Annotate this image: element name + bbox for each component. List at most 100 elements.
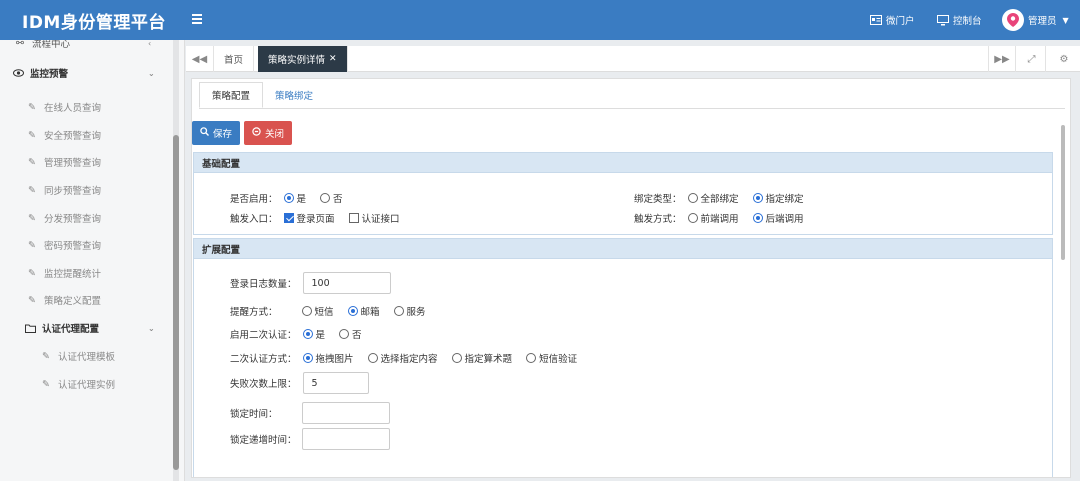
fullscreen-icon[interactable]: ⤢ xyxy=(1018,46,1046,72)
user-name: 管理员 xyxy=(1028,16,1057,27)
sidebar-group-monitor[interactable]: 监控预警 ⌄ xyxy=(12,63,182,83)
folder-icon xyxy=(24,324,36,333)
nav-portal-label: 微门户 xyxy=(886,16,915,27)
subtab-label: 策略配置 xyxy=(212,91,251,102)
field-label: 是否启用： xyxy=(230,194,278,205)
sidebar-item-label: 同步预警查询 xyxy=(44,186,102,197)
enabled-field: 是否启用： 是 否 xyxy=(230,191,351,205)
leaf-icon: ✎ xyxy=(28,239,36,251)
close-icon[interactable]: ✕ xyxy=(329,54,337,64)
sidebar-item-dispatch-alert[interactable]: ✎ 分发预警查询 xyxy=(26,208,184,228)
fail-limit-input[interactable]: 5 xyxy=(302,372,369,394)
trigger-pre-radio[interactable]: 前端调用 xyxy=(687,211,739,225)
subtab-policy-config[interactable]: 策略配置 xyxy=(199,82,264,108)
radio-checked xyxy=(283,193,294,203)
option-label: 选择指定内容 xyxy=(380,354,438,365)
subtab-policy-binding[interactable]: 策略绑定 xyxy=(263,82,325,108)
sidebar-item-monitor-stats[interactable]: ✎ 监控提醒统计 xyxy=(26,263,184,283)
option-label: 服务 xyxy=(406,307,426,318)
second-auth-no-radio[interactable]: 否 xyxy=(339,327,362,341)
option-label: 否 xyxy=(333,194,343,205)
content-panel: 策略配置 策略绑定 保存 关闭 基础配置 是否启用： 是 否 触发入口： 登录页… xyxy=(191,78,1071,478)
sidebar-item-sync-alert[interactable]: ✎ 同步预警查询 xyxy=(26,180,184,200)
method-drag-radio[interactable]: 拖拽图片 xyxy=(302,351,354,365)
subtab-label: 策略绑定 xyxy=(275,91,314,102)
sidebar-item-label: 认证代理实例 xyxy=(58,380,116,391)
user-menu[interactable]: 管理员 ▼ xyxy=(1002,0,1069,40)
sidebar-item-label: 监控提醒统计 xyxy=(44,269,102,280)
method-sms-radio[interactable]: 短信验证 xyxy=(526,351,577,365)
leaf-icon: ✎ xyxy=(28,129,36,141)
sidebar-item-label: 分发预警查询 xyxy=(44,214,102,225)
tab-policy-instance-detail[interactable]: 策略实例详情 ✕ xyxy=(258,46,348,72)
nav-portal[interactable]: 微门户 xyxy=(870,0,915,40)
lock-time-input[interactable] xyxy=(302,402,390,424)
trigger-post-radio[interactable]: 后端调用 xyxy=(752,211,804,225)
log-count-input[interactable]: 100 xyxy=(302,272,391,294)
search-icon xyxy=(200,127,209,139)
section-title: 扩展配置 xyxy=(194,239,1052,259)
second-auth-field: 启用二次认证： 是 否 xyxy=(230,327,370,341)
section-title: 基础配置 xyxy=(194,153,1052,173)
radio-checked xyxy=(302,353,313,363)
remind-service-radio[interactable]: 服务 xyxy=(393,304,426,318)
sidebar-group-auth-proxy[interactable]: 认证代理配置 ⌄ xyxy=(24,318,184,338)
lock-time-field: 锁定时间： xyxy=(230,402,390,424)
method-select-radio[interactable]: 选择指定内容 xyxy=(367,351,438,365)
checkbox-unchecked xyxy=(348,213,359,223)
method-math-radio[interactable]: 指定算术题 xyxy=(451,351,512,365)
bind-specified-radio[interactable]: 指定绑定 xyxy=(752,191,804,205)
subtab-divider xyxy=(199,108,1065,109)
sidebar-item-policy-definition[interactable]: ✎ 策略定义配置 xyxy=(26,290,184,310)
field-label: 二次认证方式： xyxy=(230,354,297,365)
save-button[interactable]: 保存 xyxy=(192,121,241,145)
field-label: 提醒方式： xyxy=(230,307,278,318)
top-bar: IDM身份管理平台 微门户 控制台 管理员 ▼ xyxy=(0,0,1080,40)
enabled-yes-radio[interactable]: 是 xyxy=(283,191,306,205)
tab-scroll-left-icon[interactable]: ◀◀ xyxy=(186,46,214,72)
radio-unchecked xyxy=(451,353,462,363)
radio-unchecked xyxy=(367,353,378,363)
log-count-field: 登录日志数量： 100 xyxy=(230,272,391,294)
gear-icon[interactable]: ⚙ xyxy=(1050,46,1078,72)
bind-all-radio[interactable]: 全部绑定 xyxy=(687,191,739,205)
sidebar-item-label: 流程中心 xyxy=(32,40,71,50)
monitor-icon xyxy=(937,14,949,25)
tab-scroll-right-icon[interactable]: ▶▶ xyxy=(988,46,1016,72)
ban-icon xyxy=(252,127,261,139)
sidebar-item-security-alert[interactable]: ✎ 安全预警查询 xyxy=(26,125,184,145)
avatar xyxy=(1002,9,1024,31)
option-label: 拖拽图片 xyxy=(315,354,354,365)
option-label: 后端调用 xyxy=(765,214,804,225)
remind-email-radio[interactable]: 邮箱 xyxy=(347,304,380,318)
remind-field: 提醒方式： 短信 邮箱 服务 xyxy=(230,304,434,318)
entry-login-checkbox[interactable]: 登录页面 xyxy=(283,211,335,225)
tab-home[interactable]: 首页 xyxy=(214,46,255,72)
enabled-no-radio[interactable]: 否 xyxy=(320,191,343,205)
entry-auth-api-checkbox[interactable]: 认证接口 xyxy=(348,211,400,225)
remind-sms-radio[interactable]: 短信 xyxy=(301,304,334,318)
second-auth-yes-radio[interactable]: 是 xyxy=(302,327,325,341)
extended-config-section: 扩展配置 登录日志数量： 100 提醒方式： 短信 邮箱 服务 启用二次认证： … xyxy=(193,238,1053,477)
leaf-icon: ✎ xyxy=(28,101,36,113)
sidebar-scroll-thumb[interactable] xyxy=(173,135,179,470)
sidebar-item-auth-proxy-instance[interactable]: ✎ 认证代理实例 xyxy=(40,374,184,394)
lock-increment-input[interactable] xyxy=(302,428,390,450)
leaf-icon: ✎ xyxy=(28,184,36,196)
subtabs: 策略配置 策略绑定 xyxy=(199,82,325,108)
sidebar-item-online-users[interactable]: ✎ 在线人员查询 xyxy=(26,97,184,117)
radio-unchecked xyxy=(393,306,404,316)
sidebar-item-auth-proxy-template[interactable]: ✎ 认证代理模板 xyxy=(40,346,184,366)
menu-toggle-icon[interactable] xyxy=(192,12,202,26)
sidebar-item-password-alert[interactable]: ✎ 密码预警查询 xyxy=(26,235,184,255)
close-button[interactable]: 关闭 xyxy=(244,121,293,145)
tab-label: 策略实例详情 xyxy=(268,55,326,66)
radio-unchecked xyxy=(687,193,698,203)
sidebar-item-process-center[interactable]: ⚯ 流程中心 ‹ xyxy=(14,40,184,53)
sidebar-item-manage-alert[interactable]: ✎ 管理预警查询 xyxy=(26,152,184,172)
caret-down-icon: ▼ xyxy=(1062,15,1069,25)
panel-scroll-thumb[interactable] xyxy=(1061,125,1065,260)
option-label: 邮箱 xyxy=(360,307,380,318)
panel-scrollbar[interactable] xyxy=(1061,115,1067,475)
nav-console[interactable]: 控制台 xyxy=(937,0,982,40)
